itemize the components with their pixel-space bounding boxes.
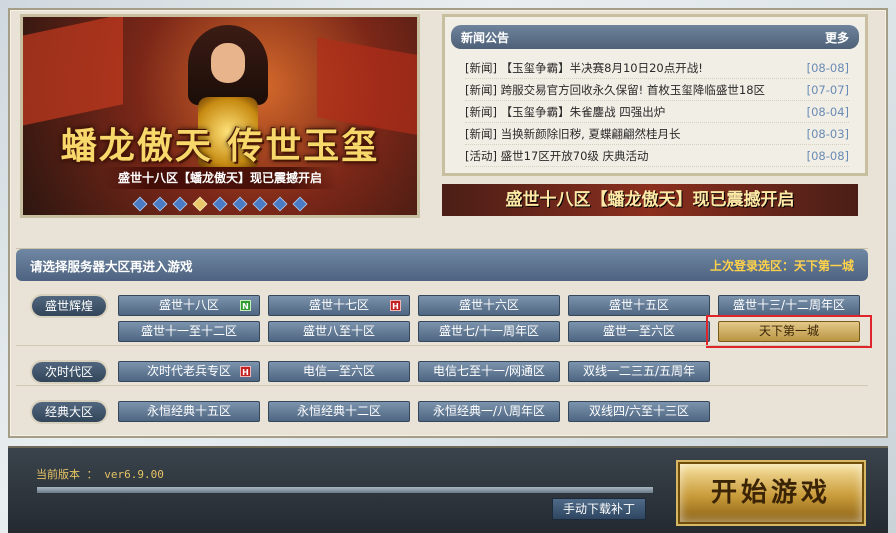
news-item-date: [08-04] <box>806 105 849 119</box>
banner-slide-dot[interactable] <box>272 196 288 212</box>
news-item-title[interactable]: [新闻] 【玉玺争霸】朱雀鏖战 四强出炉 <box>465 101 665 122</box>
last-login-label: 上次登录选区： <box>709 258 794 273</box>
promo-banner[interactable]: 蟠龙傲天 传世玉玺 盛世十八区【蟠龙傲天】现已震撼开启 <box>20 14 420 218</box>
server-button[interactable]: 电信七至十一/网通区 <box>418 361 560 382</box>
news-item-date: [08-08] <box>806 61 849 75</box>
manual-patch-button[interactable]: 手动下载补丁 <box>552 498 646 520</box>
hot-badge: H <box>390 300 401 311</box>
news-item-date: [08-08] <box>806 149 849 163</box>
server-header: 请选择服务器大区再进入游戏 上次登录选区：天下第一城 <box>16 249 868 281</box>
news-item[interactable]: [新闻] 【玉玺争霸】半决赛8月10日20点开战! [08-08] <box>465 57 849 79</box>
banner-subtitle: 盛世十八区【蟠龙傲天】现已震撼开启 <box>103 167 337 189</box>
server-button[interactable]: 盛世一至六区 <box>568 321 710 342</box>
server-button-label: 永恒经典十五区 <box>146 404 231 418</box>
banner-title: 蟠龙傲天 传世玉玺 <box>60 125 380 167</box>
banner-slide-dot[interactable] <box>152 196 168 212</box>
server-button[interactable]: 永恒经典十五区 <box>118 401 260 422</box>
server-button-label: 盛世十六区 <box>458 298 519 312</box>
news-list: [新闻] 【玉玺争霸】半决赛8月10日20点开战! [08-08] [新闻] 跨服交… <box>465 57 849 167</box>
banner-pagination <box>23 196 417 212</box>
news-panel: 新闻公告 更多 [新闻] 【玉玺争霸】半决赛8月10日20点开战! [08-08]… <box>442 14 868 176</box>
server-button-label: 双线一二三五/五周年 <box>582 364 696 378</box>
server-button-label: 盛世十五区 <box>608 298 669 312</box>
server-button-label: 盛世十三/十二周年区 <box>732 298 846 312</box>
news-item-title[interactable]: [新闻] 当换新颜除旧秽, 夏蝶翩翩然桂月长 <box>465 123 680 144</box>
news-item[interactable]: [新闻] 跨服交易官方回收永久保留! 首枚玉玺降临盛世18区 [07-07] <box>465 79 849 101</box>
server-group-label: 盛世辉煌 <box>32 296 106 316</box>
banner-slide-dot[interactable] <box>172 196 188 212</box>
server-button[interactable]: 双线四/六至十三区 <box>568 401 710 422</box>
server-button[interactable]: 盛世七/十一周年区 <box>418 321 560 342</box>
news-item-title[interactable]: [活动] 盛世17区开放70级 庆典活动 <box>465 145 649 166</box>
server-group-label: 次时代区 <box>32 362 106 382</box>
banner-slide-dot[interactable] <box>292 196 308 212</box>
server-button[interactable]: 盛世十一至十二区 <box>118 321 260 342</box>
banner-slide-dot[interactable] <box>132 196 148 212</box>
launcher-footer: 当前版本 ： ver6.9.00 手动下载补丁 开始游戏 <box>8 446 888 533</box>
server-button[interactable]: 盛世十五区 <box>568 295 710 316</box>
banner-flag-left <box>23 17 123 130</box>
start-game-button[interactable]: 开始游戏 <box>678 462 864 524</box>
news-header: 新闻公告 更多 <box>451 25 859 49</box>
news-title: 新闻公告 <box>461 30 510 45</box>
server-button-label: 盛世八至十区 <box>302 324 375 338</box>
server-group-divider <box>16 385 868 386</box>
news-item-title[interactable]: [新闻] 跨服交易官方回收永久保留! 首枚玉玺降临盛世18区 <box>465 79 765 100</box>
banner-slide-dot[interactable] <box>212 196 228 212</box>
version-text: 当前版本 ： ver6.9.00 <box>36 468 164 481</box>
server-button[interactable]: 次时代老兵专区 H <box>118 361 260 382</box>
server-button[interactable]: 盛世十七区 H <box>268 295 410 316</box>
banner-slide-dot[interactable] <box>192 196 208 212</box>
server-button-label: 盛世十一至十二区 <box>140 324 237 338</box>
news-item[interactable]: [新闻] 【玉玺争霸】朱雀鏖战 四强出炉 [08-04] <box>465 101 849 123</box>
server-button-label: 电信七至十一/网通区 <box>432 364 546 378</box>
server-selection: 请选择服务器大区再进入游戏 上次登录选区：天下第一城 盛世辉煌 盛世十八区 N 盛世十… <box>16 248 872 428</box>
download-progress-fill <box>37 487 653 493</box>
news-item-title[interactable]: [新闻] 【玉玺争霸】半决赛8月10日20点开战! <box>465 57 703 78</box>
server-button-label: 永恒经典十二区 <box>296 404 381 418</box>
server-button-label: 盛世十七区 <box>308 298 369 312</box>
server-button-label: 次时代老兵专区 <box>146 364 231 378</box>
hot-badge: H <box>240 366 251 377</box>
server-button[interactable]: 永恒经典十二区 <box>268 401 410 422</box>
server-group-divider <box>16 345 868 346</box>
news-item-date: [08-03] <box>806 127 849 141</box>
new-badge: N <box>240 300 251 311</box>
server-button[interactable]: 盛世十八区 N <box>118 295 260 316</box>
banner-slide-dot[interactable] <box>252 196 268 212</box>
server-button-label: 盛世一至六区 <box>602 324 675 338</box>
server-button[interactable]: 双线一二三五/五周年 <box>568 361 710 382</box>
news-item[interactable]: [活动] 盛世17区开放70级 庆典活动 [08-08] <box>465 145 849 167</box>
news-item[interactable]: [新闻] 当换新颜除旧秽, 夏蝶翩翩然桂月长 [08-03] <box>465 123 849 145</box>
server-button-label: 电信一至六区 <box>302 364 375 378</box>
last-login-value[interactable]: 天下第一城 <box>794 259 854 273</box>
server-hint: 请选择服务器大区再进入游戏 <box>30 258 193 274</box>
banner-slide-dot[interactable] <box>232 196 248 212</box>
last-login: 上次登录选区：天下第一城 <box>710 257 854 274</box>
server-button[interactable]: 盛世十六区 <box>418 295 560 316</box>
server-button[interactable]: 永恒经典一/八周年区 <box>418 401 560 422</box>
server-group-label: 经典大区 <box>32 402 106 422</box>
server-button-label: 双线四/六至十三区 <box>588 404 690 418</box>
download-progress <box>36 486 654 494</box>
selected-server-highlight <box>706 315 872 348</box>
server-button-label: 盛世七/十一周年区 <box>438 324 540 338</box>
news-item-date: [07-07] <box>806 83 849 97</box>
server-button[interactable]: 盛世十三/十二周年区 <box>718 295 860 316</box>
server-button-label: 盛世十八区 <box>158 298 219 312</box>
server-button[interactable]: 盛世八至十区 <box>268 321 410 342</box>
banner-hero-face <box>211 43 245 83</box>
news-more-link[interactable]: 更多 <box>825 29 849 46</box>
server-button[interactable]: 电信一至六区 <box>268 361 410 382</box>
news-promo-banner[interactable]: 盛世十八区【蟠龙傲天】现已震撼开启 <box>442 184 858 216</box>
server-button-label: 永恒经典一/八周年区 <box>432 404 546 418</box>
